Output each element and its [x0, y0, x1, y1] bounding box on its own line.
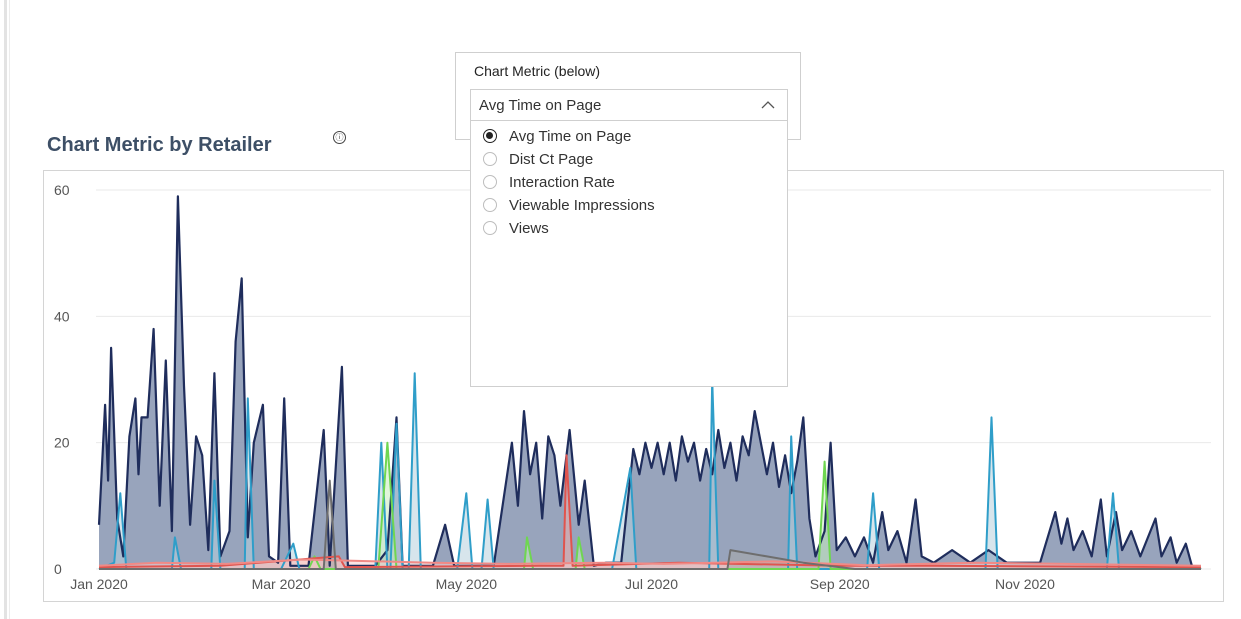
radio-views[interactable]	[483, 221, 497, 235]
left-border	[4, 0, 7, 619]
radio-interaction-rate[interactable]	[483, 175, 497, 189]
radio-viewable-impressions[interactable]	[483, 198, 497, 212]
metric-selector-label: Chart Metric (below)	[474, 63, 601, 79]
chevron-up-icon[interactable]	[761, 100, 775, 109]
left-border-inner	[9, 0, 10, 619]
x-tick-label: Mar 2020	[252, 576, 311, 592]
y-tick-label: 40	[54, 308, 70, 324]
x-tick-label: Jul 2020	[625, 576, 678, 592]
x-tick-label: Jan 2020	[70, 576, 128, 592]
option-label: Viewable Impressions	[509, 196, 655, 214]
y-tick-label: 0	[54, 561, 62, 577]
option-interaction-rate[interactable]: Interaction Rate	[483, 171, 773, 193]
y-tick-label: 60	[54, 182, 70, 198]
option-viewable-impressions[interactable]: Viewable Impressions	[483, 194, 773, 216]
option-dist-ct-page[interactable]: Dist Ct Page	[483, 148, 773, 170]
option-avg-time-on-page[interactable]: Avg Time on Page	[483, 125, 773, 147]
option-label: Views	[509, 219, 549, 237]
y-tick-label: 20	[54, 435, 70, 451]
x-tick-label: May 2020	[436, 576, 498, 592]
chart-title: Chart Metric by Retailer	[47, 134, 272, 156]
dashboard-page: Chart Metric by Retailer ⓘ 0 20 40 60 Jan 20…	[0, 0, 1241, 619]
option-label: Avg Time on Page	[509, 127, 632, 145]
metric-select[interactable]: Avg Time on Page	[470, 89, 788, 121]
option-label: Interaction Rate	[509, 173, 615, 191]
radio-dist-ct-page[interactable]	[483, 152, 497, 166]
option-label: Dist Ct Page	[509, 150, 594, 168]
x-tick-label: Nov 2020	[995, 576, 1055, 592]
radio-avg-time-on-page[interactable]	[483, 129, 497, 143]
info-icon[interactable]: ⓘ	[333, 131, 346, 144]
metric-options-list: Avg Time on Page Dist Ct Page Interactio…	[470, 121, 788, 387]
metric-select-value: Avg Time on Page	[479, 97, 602, 114]
option-views[interactable]: Views	[483, 217, 773, 239]
x-tick-label: Sep 2020	[810, 576, 870, 592]
